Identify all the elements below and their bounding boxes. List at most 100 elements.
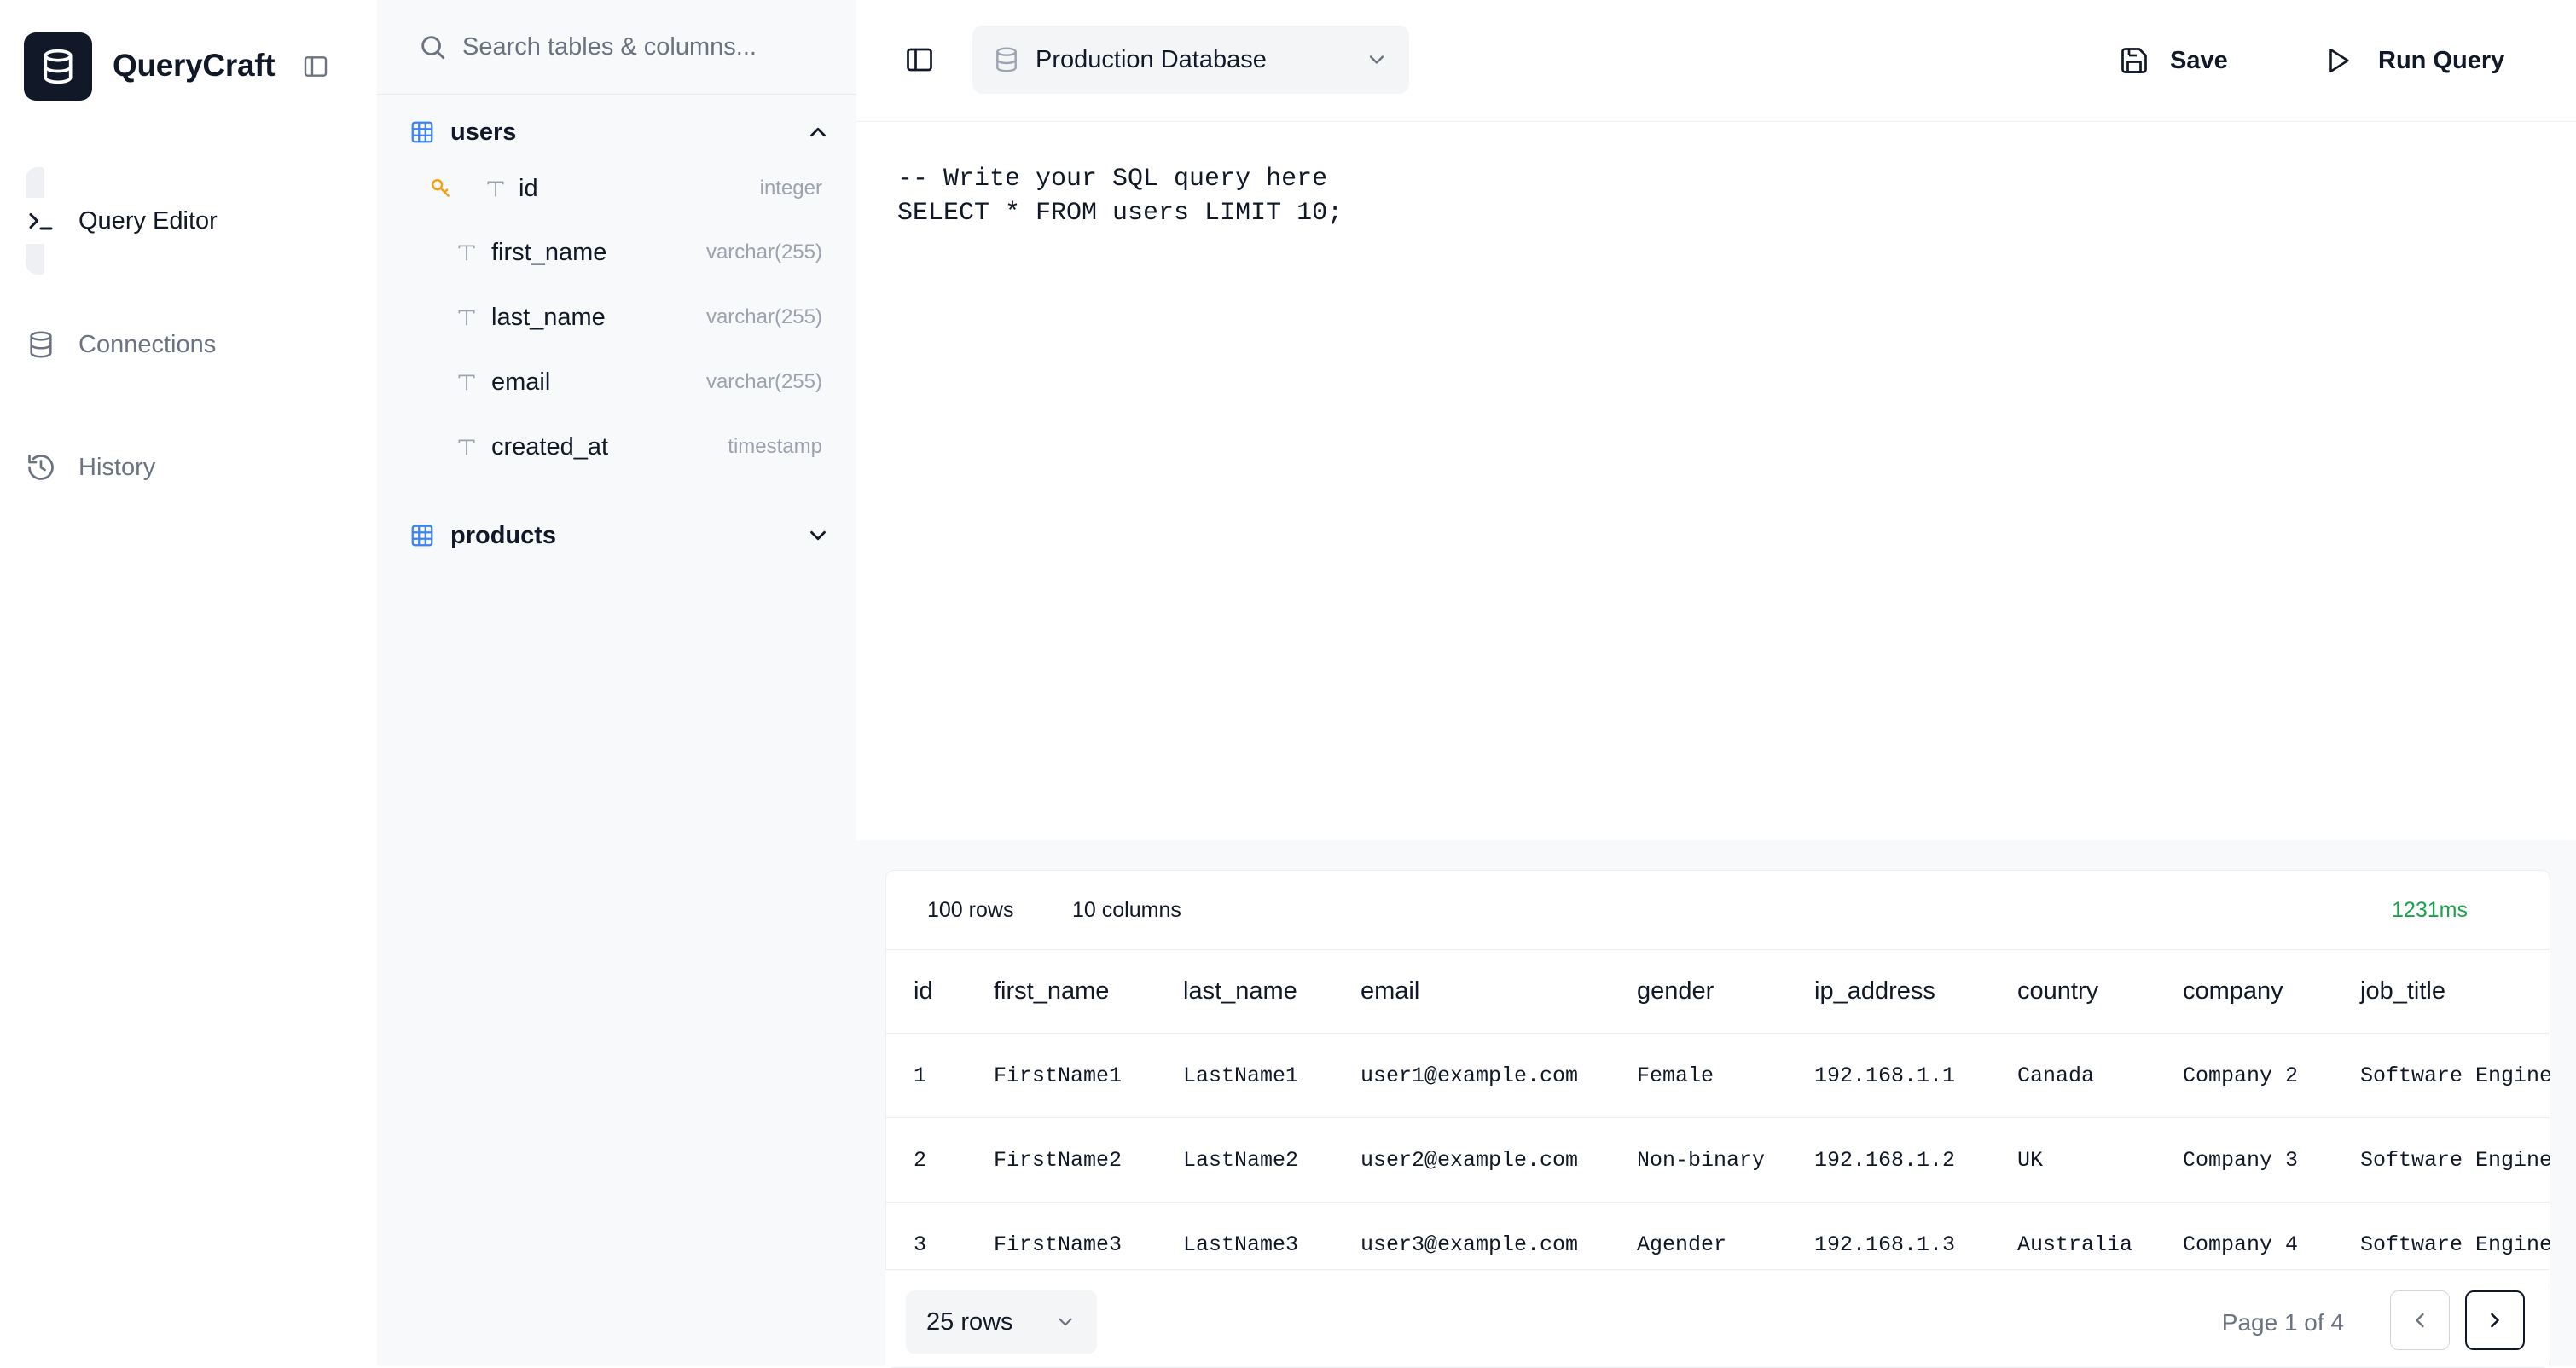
run-query-button[interactable]: Run Query [2315,34,2528,87]
editor-toolbar: Production Database Save Run Query [856,0,2576,122]
editor-line: SELECT * FROM users LIMIT 10; [897,199,1343,228]
text-type-icon [455,369,478,395]
column-name: first_name [491,238,607,266]
table-name: products [450,521,557,549]
nav-item-label: History [78,453,156,481]
column-header[interactable]: job_title [2360,949,2550,1034]
column-header[interactable]: first_name [994,949,1183,1034]
column-item-first-name[interactable]: first_name varchar(255) [377,228,856,277]
table-cell: user2@example.com [1361,1117,1637,1203]
search-icon [418,32,447,61]
table-row[interactable]: 1 FirstName1 LastName1 user1@example.com… [886,1033,2550,1118]
column-header[interactable]: email [1361,949,1637,1034]
column-name: last_name [491,303,606,331]
database-icon [44,49,73,84]
table-cell: user1@example.com [1361,1033,1637,1118]
sql-editor[interactable]: -- Write your SQL query here SELECT * FR… [897,162,2518,759]
nav-item-label: Query Editor [78,206,218,235]
table-item-products[interactable]: products [404,511,831,560]
database-select[interactable]: Production Database [972,26,1409,94]
chevron-down-icon [1365,48,1389,72]
table-cell: UK [2017,1117,2183,1203]
table-icon [409,523,435,548]
results-table: id first_name last_name email gender ip_… [886,949,2550,1287]
app-name: QueryCraft [113,48,276,83]
text-type-icon [455,304,478,330]
database-icon [993,46,1020,73]
rows-per-page-value: 25 rows [926,1307,1013,1336]
table-cell: 1 [914,1033,994,1118]
table-cell: Software Engine [2360,1117,2550,1203]
schema-explorer: users id integer first_name varchar(255)… [377,0,857,1366]
table-cell: Female [1637,1033,1814,1118]
history-icon [24,450,58,484]
table-cell: FirstName2 [994,1117,1183,1203]
text-type-icon [484,176,507,201]
table-cell: Software Engine [2360,1033,2550,1118]
row-count: 100 rows [927,898,1014,922]
search-input[interactable] [461,25,822,69]
table-header-row: id first_name last_name email gender ip_… [886,949,2550,1034]
table-name: users [450,118,517,146]
column-type: varchar(255) [705,305,822,328]
table-cell: Company 2 [2183,1033,2360,1118]
table-icon [409,119,435,145]
column-item-email[interactable]: email varchar(255) [377,357,856,407]
table-item-users[interactable]: users [404,107,831,157]
nav-item-connections[interactable]: Connections [24,315,357,374]
column-count: 10 columns [1072,898,1181,922]
terminal-icon [24,204,58,238]
table-row[interactable]: 2 FirstName2 LastName2 user2@example.com… [886,1117,2550,1203]
nav-item-history[interactable]: History [24,438,357,497]
rows-per-page-select[interactable]: 25 rows [906,1290,1097,1354]
column-header[interactable]: company [2183,949,2360,1034]
next-page-button[interactable] [2465,1290,2525,1350]
previous-page-button[interactable] [2390,1290,2450,1350]
column-name: email [491,368,551,396]
column-header[interactable]: id [914,949,994,1034]
column-type: varchar(255) [705,241,822,264]
table-cell: LastName2 [1183,1117,1361,1203]
column-type: integer [759,177,822,200]
schema-search [377,0,856,95]
nav-item-query-editor[interactable]: Query Editor [24,191,357,251]
database-icon [24,328,58,362]
query-duration: 1231ms [2392,898,2468,922]
editor-line: -- Write your SQL query here [897,165,1328,194]
table-cell: Non-binary [1637,1117,1814,1203]
chevron-down-icon[interactable] [805,523,831,548]
column-name: created_at [491,432,609,461]
column-header[interactable]: last_name [1183,949,1361,1034]
table-cell: Canada [2017,1033,2183,1118]
table-cell: 192.168.1.2 [1814,1117,2017,1203]
column-item-created-at[interactable]: created_at timestamp [377,422,856,472]
text-type-icon [455,240,478,265]
column-item-id[interactable]: id integer [377,164,856,213]
chevron-down-icon [1054,1311,1076,1333]
play-icon [2324,46,2353,75]
column-header[interactable]: ip_address [1814,949,2017,1034]
primary-key-icon [430,177,452,200]
column-type: varchar(255) [705,370,822,393]
table-cell: FirstName1 [994,1033,1183,1118]
save-label: Save [2170,46,2228,74]
collapse-sidebar-button[interactable] [302,53,329,80]
pagination-bar: 25 rows Page 1 of 4 [885,1269,2549,1367]
column-header[interactable]: country [2017,949,2183,1034]
chevron-up-icon[interactable] [805,119,831,145]
save-icon [2119,45,2150,76]
column-type: timestamp [728,435,822,458]
table-cell: 192.168.1.1 [1814,1033,2017,1118]
table-cell: LastName1 [1183,1033,1361,1118]
chevron-left-icon [2416,1313,2424,1328]
column-header[interactable]: gender [1637,949,1814,1034]
column-item-last-name[interactable]: last_name varchar(255) [377,293,856,342]
run-query-label: Run Query [2378,46,2505,74]
save-button[interactable]: Save [2109,34,2245,87]
sidebar-toggle-icon [304,56,328,77]
chevron-right-icon [2491,1313,2499,1328]
toggle-schema-panel-button[interactable] [904,44,935,75]
nav-item-label: Connections [78,330,217,358]
results-summary: 100 rows 10 columns 1231ms [886,871,2550,950]
column-name: id [519,174,538,202]
